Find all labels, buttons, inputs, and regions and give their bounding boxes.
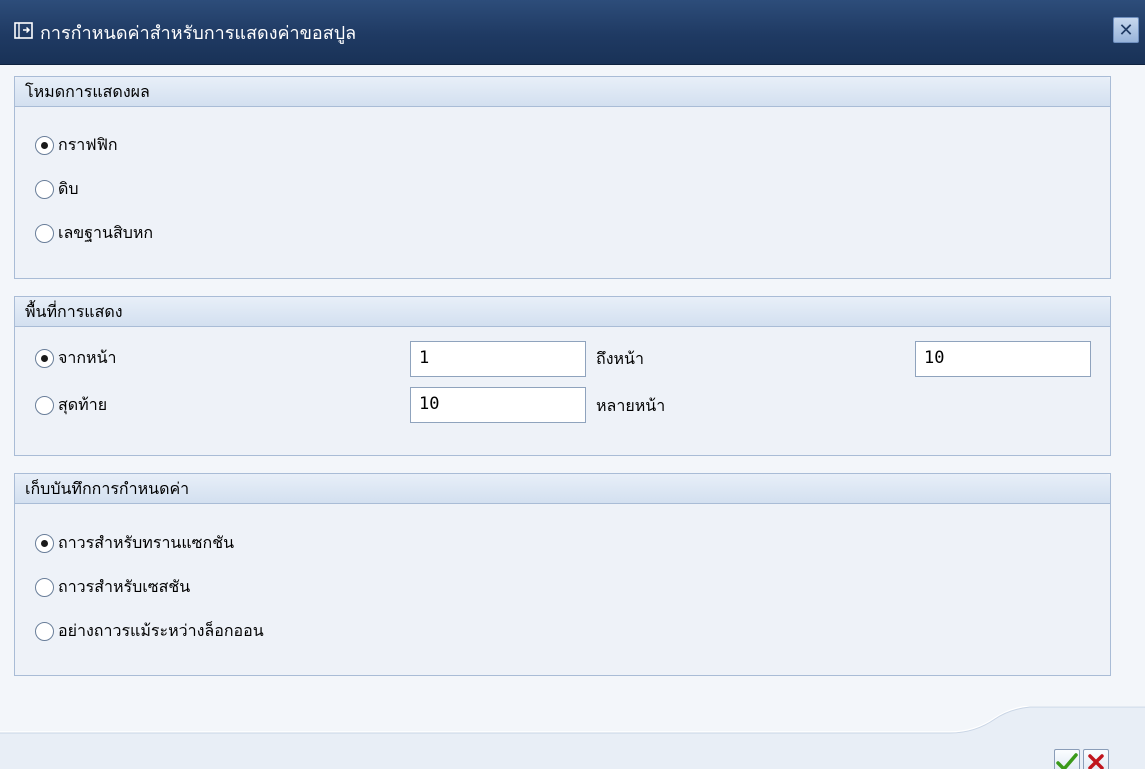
radio-label-transaction: ถาวรสำหรับทรานแซกชัน: [58, 532, 235, 552]
display-area-header: พื้นที่การแสดง: [15, 297, 1110, 327]
dialog-content: โหมดการแสดงผล กราฟฟิก ดิบ เลขฐานสิบหก พื…: [0, 66, 1145, 706]
radio-hex[interactable]: [35, 223, 54, 243]
radio-label-session: ถาวรสำหรับเซสชัน: [58, 576, 191, 596]
dialog-titlebar: การกำหนดค่าสำหรับการแสดงค่าขอสปูล ✕: [0, 0, 1145, 65]
save-settings-header: เก็บบันทึกการกำหนดค่า: [15, 474, 1110, 504]
radio-graphic[interactable]: [35, 135, 54, 155]
last-pages-label: สุดท้าย: [58, 394, 108, 414]
last-pages-input[interactable]: 10: [410, 387, 586, 423]
radio-label-raw: ดิบ: [58, 178, 79, 198]
footer-divider: [0, 706, 1145, 769]
close-button[interactable]: ✕: [1113, 17, 1139, 43]
radio-last-pages[interactable]: [35, 395, 54, 415]
display-mode-option-hex[interactable]: เลขฐานสิบหก: [35, 221, 153, 245]
save-option-transaction[interactable]: ถาวรสำหรับทรานแซกชัน: [35, 531, 234, 555]
radio-label-permanent: อย่างถาวรแม้ระหว่างล็อกออน: [58, 620, 264, 640]
display-mode-header: โหมดการแสดงผล: [15, 77, 1110, 107]
confirm-button[interactable]: [1054, 749, 1080, 769]
save-option-permanent[interactable]: อย่างถาวรแม้ระหว่างล็อกออน: [35, 619, 264, 643]
close-icon: ✕: [1118, 19, 1134, 41]
radio-transaction[interactable]: [35, 533, 54, 553]
save-option-session[interactable]: ถาวรสำหรับเซสชัน: [35, 575, 190, 599]
display-mode-option-raw[interactable]: ดิบ: [35, 177, 79, 201]
dialog-title: การกำหนดค่าสำหรับการแสดงค่าขอสปูล: [40, 23, 357, 44]
display-mode-group: โหมดการแสดงผล กราฟฟิก ดิบ เลขฐานสิบหก: [14, 76, 1111, 279]
to-page-label: ถึงหน้า: [596, 349, 644, 368]
from-page-option[interactable]: จากหน้า: [35, 346, 117, 370]
radio-from-page[interactable]: [35, 348, 54, 368]
dialog-window-icon: [14, 22, 33, 39]
cancel-icon: [1088, 754, 1104, 769]
last-pages-option[interactable]: สุดท้าย: [35, 393, 107, 417]
check-icon: [1056, 753, 1078, 769]
cancel-button[interactable]: [1083, 749, 1109, 769]
pages-label: หลายหน้า: [596, 396, 666, 415]
to-page-input[interactable]: 10: [915, 341, 1091, 377]
radio-label-hex: เลขฐานสิบหก: [58, 222, 154, 242]
from-page-label: จากหน้า: [58, 347, 117, 367]
radio-permanent[interactable]: [35, 621, 54, 641]
radio-raw[interactable]: [35, 179, 54, 199]
dialog-footer: [0, 706, 1145, 769]
radio-session[interactable]: [35, 577, 54, 597]
from-page-input[interactable]: 1: [410, 341, 586, 377]
display-area-group: พื้นที่การแสดง จากหน้า 1 ถึงหน้า 10 สุดท…: [14, 296, 1111, 456]
save-settings-group: เก็บบันทึกการกำหนดค่า ถาวรสำหรับทรานแซกช…: [14, 473, 1111, 676]
display-mode-option-graphic[interactable]: กราฟฟิก: [35, 133, 118, 157]
radio-label-graphic: กราฟฟิก: [58, 134, 118, 154]
